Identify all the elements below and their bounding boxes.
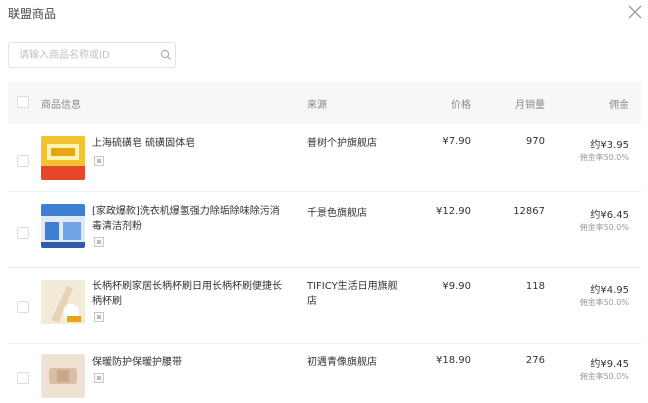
product-name[interactable]: 长柄杯刷家居长柄杯刷日用长柄杯刷便捷长柄杯刷 [92, 279, 282, 309]
commission: 约¥6.45 [590, 210, 629, 221]
price: ¥18.90 [436, 355, 471, 366]
product-thumbnail[interactable] [41, 354, 85, 398]
table-row[interactable]: 上海硫磺皂 硫磺固体皂 普树个护旗舰店 ¥7.90 970 约¥3.95 佣金率… [8, 124, 641, 192]
product-name[interactable]: [家政爆款]洗衣机爆氢强力除垢除味除污消毒清洁剂粉 [92, 204, 282, 234]
price: ¥7.90 [442, 136, 471, 147]
monthly-sales: 12867 [513, 206, 545, 217]
commission: 约¥3.95 [590, 140, 629, 151]
commission: 约¥4.95 [590, 285, 629, 296]
product-thumbnail[interactable] [41, 280, 85, 324]
commission-rate: 佣金率50.0% [579, 372, 629, 381]
column-header-price: 价格 [451, 100, 471, 111]
column-header-product: 商品信息 [41, 100, 81, 111]
select-all-checkbox[interactable] [17, 96, 29, 108]
row-checkbox[interactable] [17, 227, 29, 239]
table-row[interactable]: 长柄杯刷家居长柄杯刷日用长柄杯刷便捷长柄杯刷 TIFICY生活日用旗舰店 ¥9.… [8, 268, 641, 344]
monthly-sales: 276 [525, 355, 545, 366]
close-icon[interactable] [627, 4, 643, 20]
product-name[interactable]: 保暖防护保暖护腰带 [92, 355, 282, 370]
product-name[interactable]: 上海硫磺皂 硫磺固体皂 [92, 136, 282, 151]
product-thumbnail[interactable] [41, 204, 85, 248]
column-header-commission: 佣金 [609, 100, 629, 111]
commission-rate: 佣金率50.0% [579, 298, 629, 307]
table-header: 商品信息 来源 价格 月销量 佣金 [8, 82, 641, 124]
commission: 约¥9.45 [590, 359, 629, 370]
row-checkbox[interactable] [17, 372, 29, 384]
search-box [8, 42, 176, 68]
commission-rate: 佣金率50.0% [579, 153, 629, 162]
price: ¥12.90 [436, 206, 471, 217]
row-checkbox[interactable] [17, 301, 29, 313]
price: ¥9.90 [442, 281, 471, 292]
monthly-sales: 970 [525, 136, 545, 147]
row-checkbox[interactable] [17, 155, 29, 167]
table-row[interactable]: 保暖防护保暖护腰带 初遇青像旗舰店 ¥18.90 276 约¥9.45 佣金率5… [8, 344, 641, 403]
product-thumbnail[interactable] [41, 136, 85, 180]
shop-name: 初遇青像旗舰店 [307, 357, 377, 368]
dialog-title: 联盟商品 [8, 7, 57, 21]
column-header-source: 来源 [307, 100, 327, 111]
column-header-sales: 月销量 [515, 100, 545, 111]
tag-icon [94, 312, 104, 322]
search-input[interactable] [19, 46, 154, 64]
tag-icon [94, 373, 104, 383]
shop-name: 普树个护旗舰店 [307, 138, 377, 149]
shop-name: TIFICY生活日用旗舰店 [307, 281, 398, 307]
monthly-sales: 118 [525, 281, 545, 292]
shop-name: 千景色旗舰店 [307, 208, 367, 219]
table-row[interactable]: [家政爆款]洗衣机爆氢强力除垢除味除污消毒清洁剂粉 千景色旗舰店 ¥12.90 … [8, 192, 641, 268]
search-icon[interactable] [160, 49, 172, 61]
tag-icon [94, 156, 104, 166]
tag-icon [94, 237, 104, 247]
commission-rate: 佣金率50.0% [579, 223, 629, 232]
